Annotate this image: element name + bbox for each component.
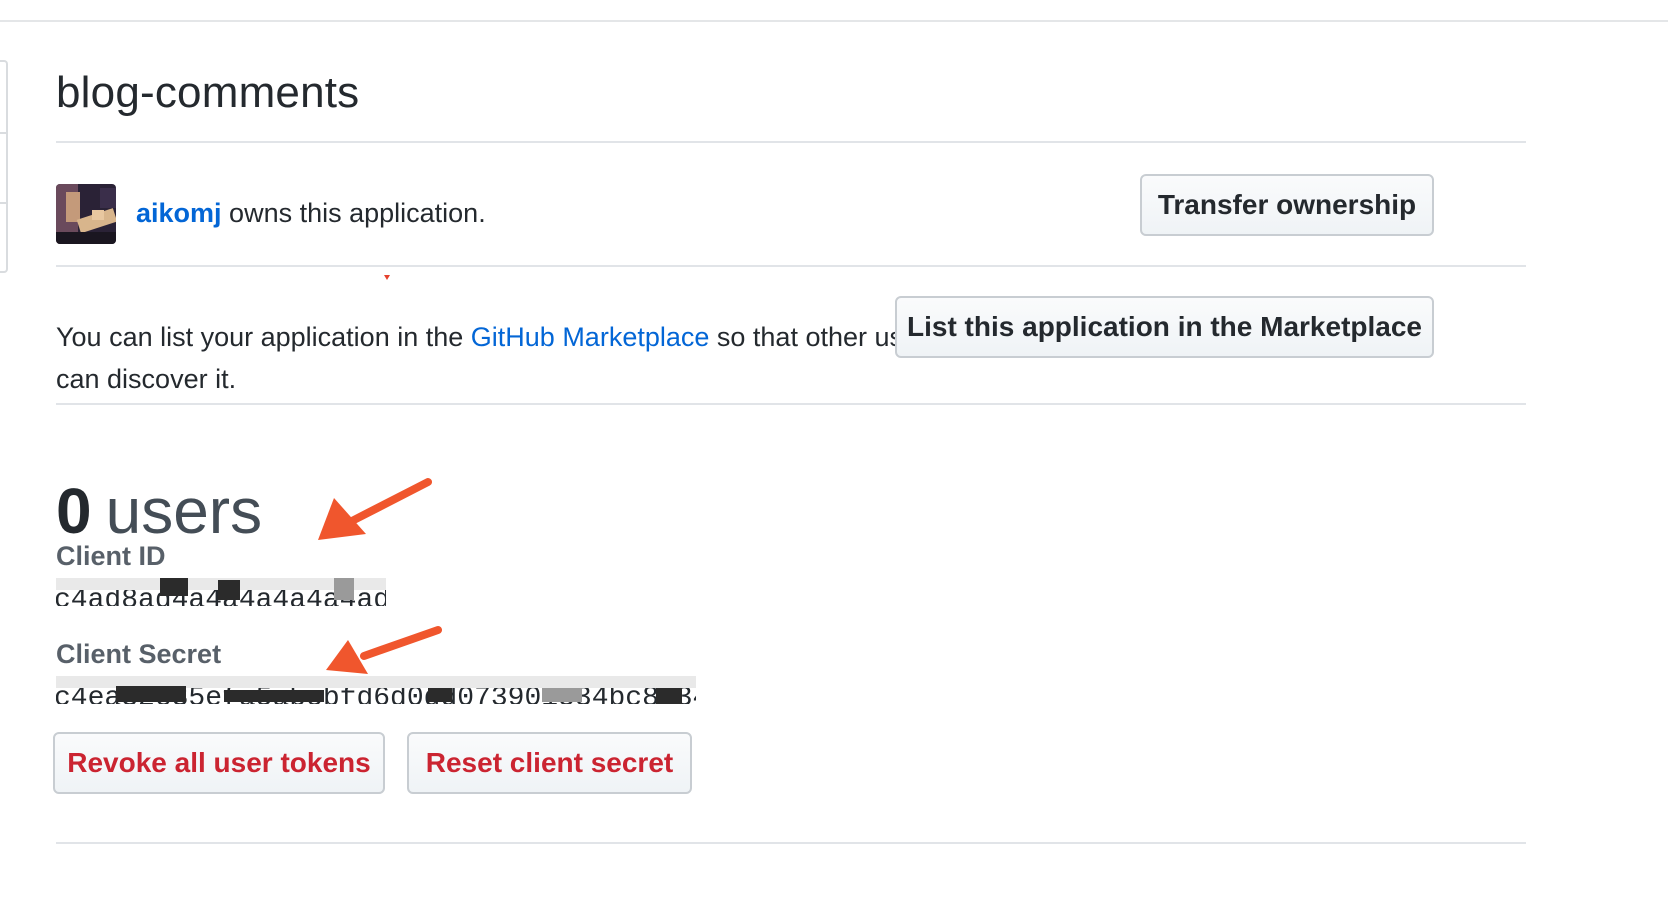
divider (56, 141, 1526, 143)
client-secret-field: c4ea32e35efa5abcbfd6d0dd073901534bc8c342… (56, 676, 696, 706)
marketplace-text-before: You can list your application in the (56, 322, 471, 352)
application-settings: blog-comments aikomj owns this applicati… (53, 0, 1526, 900)
client-secret-label: Client Secret (56, 639, 222, 669)
redaction-block (160, 578, 188, 596)
redaction-block (116, 686, 186, 702)
divider (56, 842, 1526, 844)
revoke-tokens-button[interactable]: Revoke all user tokens (53, 732, 385, 794)
users-count: 0 users (56, 474, 262, 548)
redaction-block (224, 690, 324, 702)
marketplace-link[interactable]: GitHub Marketplace (471, 322, 710, 352)
redaction-block (428, 688, 452, 702)
users-count-label: users (105, 475, 263, 547)
divider (56, 265, 1526, 267)
client-id-label: Client ID (56, 541, 166, 571)
sidebar-edge (0, 60, 8, 273)
client-id-field: c4ad8ad4a4a4a4a4a4ad95 (56, 578, 386, 608)
owner-link[interactable]: aikomj (136, 198, 222, 228)
avatar-image (56, 184, 116, 244)
redaction-block (656, 688, 682, 704)
transfer-ownership-button[interactable]: Transfer ownership (1140, 174, 1434, 236)
redaction-block (218, 580, 240, 600)
owner-suffix: owns this application. (221, 198, 486, 228)
red-marker (384, 275, 390, 280)
users-count-number: 0 (56, 475, 92, 547)
reset-secret-button[interactable]: Reset client secret (407, 732, 692, 794)
marketplace-description: You can list your application in the Git… (56, 316, 956, 400)
owner-statement: aikomj owns this application. (136, 198, 486, 229)
redaction-block (334, 578, 354, 600)
redaction-block (542, 688, 582, 702)
page-title: blog-comments (56, 68, 360, 117)
avatar[interactable] (56, 184, 116, 244)
list-marketplace-button[interactable]: List this application in the Marketplace (895, 296, 1434, 358)
divider (56, 403, 1526, 405)
